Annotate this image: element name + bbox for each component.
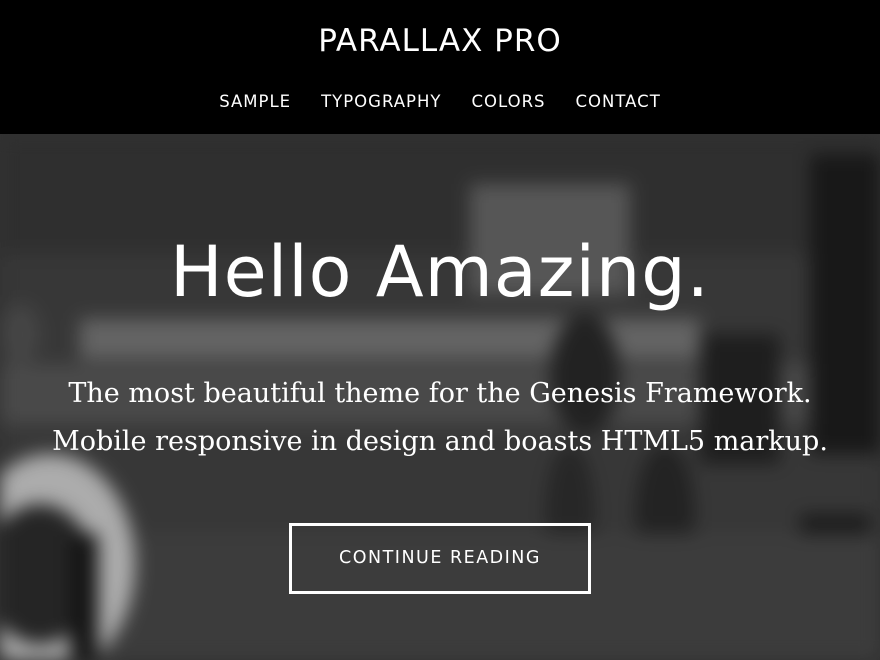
hero-title: Hello Amazing. bbox=[170, 231, 710, 313]
nav-item-sample[interactable]: SAMPLE bbox=[219, 89, 291, 115]
nav-item-colors[interactable]: COLORS bbox=[471, 89, 545, 115]
hero-section: Hello Amazing. The most beautiful theme … bbox=[0, 134, 880, 660]
hero-description-line: Mobile responsive in design and boasts H… bbox=[52, 426, 828, 457]
continue-reading-button[interactable]: CONTINUE READING bbox=[289, 523, 591, 594]
nav-item-contact[interactable]: CONTACT bbox=[576, 89, 661, 115]
site-title-link[interactable]: PARALLAX PRO bbox=[0, 20, 880, 62]
nav-item-typography[interactable]: TYPOGRAPHY bbox=[321, 89, 441, 115]
main-nav: SAMPLE TYPOGRAPHY COLORS CONTACT bbox=[0, 89, 880, 115]
hero-description: The most beautiful theme for the Genesis… bbox=[0, 370, 880, 466]
hero-description-line: The most beautiful theme for the Genesis… bbox=[68, 378, 812, 409]
site-header: PARALLAX PRO SAMPLE TYPOGRAPHY COLORS CO… bbox=[0, 0, 880, 134]
